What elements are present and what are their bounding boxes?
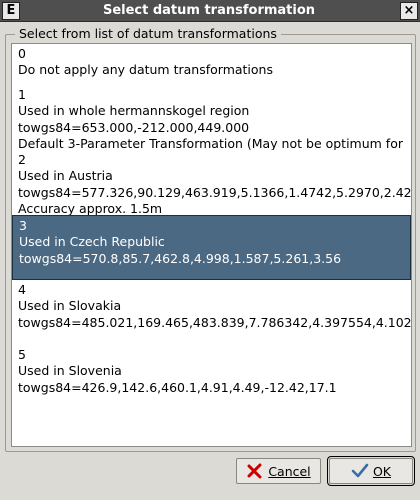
item-line: Used in Slovakia	[18, 298, 122, 314]
cancel-button-label: Cancel	[268, 463, 311, 479]
item-line: towgs84=577.326,90.129,463.919,5.1366,1.…	[18, 184, 411, 200]
cancel-button[interactable]: Cancel	[236, 458, 321, 484]
item-line: Used in Austria	[18, 168, 113, 184]
item-line: Used in Slovenia	[18, 363, 122, 379]
title-bar[interactable]: E Select datum transformation ×	[0, 0, 420, 22]
item-line: towgs84=653.000,-212.000,449.000	[18, 119, 250, 135]
item-line: Accuracy approx. 1.5m	[18, 200, 163, 215]
item-line: 2	[18, 152, 26, 167]
item-line: 0	[18, 46, 26, 61]
ok-button-label: OK	[372, 463, 392, 479]
list-item-5[interactable]: 5 Used in Slovenia towgs84=426.9,142.6,4…	[12, 345, 411, 410]
item-line: 3	[19, 218, 27, 233]
list-item-4[interactable]: 4 Used in Slovakia towgs84=485.021,169.4…	[12, 280, 411, 345]
item-line: towgs84=426.9,142.6,460.1,4.91,4.49,-12.…	[18, 379, 337, 395]
list-item-1[interactable]: 1 Used in whole hermannskogel region tow…	[12, 85, 411, 150]
list-item-0[interactable]: 0 Do not apply any datum transformations	[12, 44, 411, 85]
transformations-list[interactable]: 0 Do not apply any datum transformations…	[11, 43, 412, 447]
group-label: Select from list of datum transformation…	[15, 27, 281, 41]
datum-transformations-group: Select from list of datum transformation…	[5, 27, 416, 452]
list-item-2[interactable]: 2 Used in Austria towgs84=577.326,90.129…	[12, 150, 411, 215]
ok-check-icon	[351, 462, 369, 480]
item-line: Default 3-Parameter Transformation (May …	[18, 135, 403, 150]
item-line: Used in Czech Republic	[19, 234, 165, 250]
item-line: towgs84=485.021,169.465,483.839,7.786342…	[18, 314, 411, 330]
ok-button[interactable]: OK	[327, 456, 415, 486]
item-line: 1	[18, 87, 26, 102]
list-item-3[interactable]: 3 Used in Czech Republic towgs84=570.8,8…	[12, 215, 411, 280]
item-line: 4	[18, 282, 26, 297]
item-line: towgs84=570.8,85.7,462.8,4.998,1.587,5.2…	[19, 250, 342, 266]
window-title: Select datum transformation	[102, 3, 316, 18]
app-menu-icon[interactable]: E	[2, 2, 20, 20]
item-line: 5	[18, 347, 26, 362]
cancel-x-icon	[246, 462, 264, 480]
item-line: Do not apply any datum transformations	[18, 62, 273, 78]
item-line: Used in whole hermannskogel region	[18, 103, 250, 119]
close-button[interactable]: ×	[400, 2, 418, 20]
